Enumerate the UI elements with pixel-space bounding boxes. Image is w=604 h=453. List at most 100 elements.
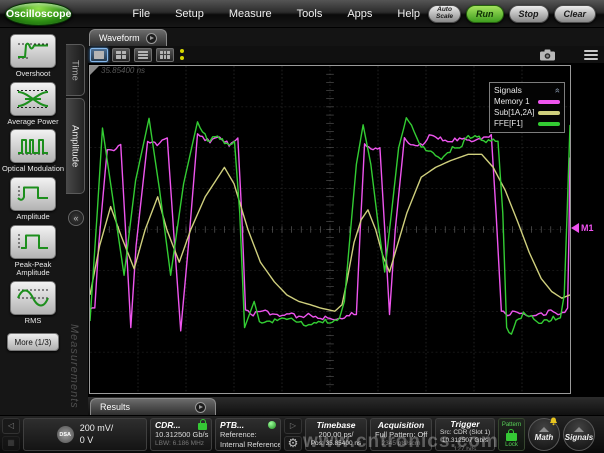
math-button[interactable]: Math <box>528 418 560 451</box>
menu-file[interactable]: File <box>130 7 152 21</box>
layout-grid-button[interactable] <box>156 48 174 62</box>
legend-entry-label: Sub[1A,2A] <box>494 108 534 119</box>
legend-entry[interactable]: Sub[1A,2A] <box>494 108 560 119</box>
tab-waveform[interactable]: Waveform <box>89 29 167 46</box>
tab-amplitude[interactable]: Amplitude <box>66 98 85 194</box>
timebase-position: Pos: 35.85400 ns <box>310 440 362 448</box>
main-area: Waveform <box>88 28 604 415</box>
title-bar: Oscilloscope File Setup Measure Tools Apps He… <box>0 0 604 28</box>
optical-modulation-icon: .gr{stroke:#1d8f1d;stroke-width:2;fill:n… <box>13 134 53 158</box>
status-bar: ◁ ▦ DSA 200 mV/ 0 V CDR... 10.312500 Gb/… <box>0 415 604 453</box>
results-tab-bar: Results <box>88 396 604 415</box>
play-icon[interactable] <box>146 33 157 44</box>
measurement-label: Average Power <box>7 118 58 127</box>
ptb-reference-value: Internal Reference <box>220 440 276 450</box>
average-power-button[interactable]: .gr{stroke:#1d8f1d;stroke-width:2;fill:n… <box>10 82 56 116</box>
signals-button[interactable]: Signals <box>563 418 595 451</box>
pattern-lock-icon <box>506 433 517 441</box>
stop-button[interactable]: Stop <box>509 5 549 23</box>
legend-rows: Memory 1Sub[1A,2A]FFE[F1] <box>494 97 560 129</box>
app-logo: Oscilloscope <box>5 2 72 26</box>
measurement-label: Amplitude <box>16 213 49 222</box>
trigger-bits: 127 bits <box>440 446 490 451</box>
auto-scale-button[interactable]: Auto Scale <box>428 5 461 23</box>
oscilloscope-app-window: Oscilloscope File Setup Measure Tools Apps He… <box>0 0 604 453</box>
pattern-lock-button[interactable]: Pattern Lock <box>498 418 525 451</box>
peak-peak-amplitude-button[interactable]: .gr{stroke:#1d8f1d;stroke-width:2;fill:n… <box>10 225 56 259</box>
channel-panel[interactable]: DSA 200 mV/ 0 V <box>23 418 147 451</box>
average-power-icon: .gr{stroke:#1d8f1d;stroke-width:2;fill:n… <box>13 87 53 111</box>
measurements-sidebar: .gr{stroke:#1d8f1d;stroke-width:2;fill:n… <box>0 28 88 415</box>
channel-scale: 200 mV/ <box>80 423 114 434</box>
optical-modulation-button[interactable]: .gr{stroke:#1d8f1d;stroke-width:2;fill:n… <box>10 129 56 163</box>
acquisition-panel[interactable]: Acquisition Full Pattern: Off 2345 pts/s… <box>370 418 432 451</box>
front-panel-icon[interactable]: ▦ <box>2 436 20 452</box>
waveform-display[interactable]: 35.85400 ns Signals « Memory 1Sub[1A,2A]… <box>89 65 571 394</box>
menu-apps[interactable]: Apps <box>345 7 374 21</box>
measurement-item: .gr{stroke:#1d8f1d;stroke-width:2;fill:n… <box>0 225 66 278</box>
layout-single-button[interactable] <box>90 48 108 62</box>
gear-icon[interactable]: ⚙ <box>284 436 302 452</box>
ptb-title: PTB... <box>220 420 244 430</box>
marker-m1[interactable]: M1 <box>571 223 594 233</box>
rms-button[interactable]: .gr{stroke:#1d8f1d;stroke-width:2;fill:n… <box>10 281 56 315</box>
pattern-lock-bottom-label: Lock <box>505 442 518 448</box>
legend-entry-label: FFE[F1] <box>494 119 523 130</box>
display-toolbar <box>88 46 604 63</box>
marker-gutter: M1 <box>571 63 604 396</box>
dsa-badge: DSA <box>57 426 74 443</box>
collapse-sidebar-button[interactable]: « <box>68 210 84 226</box>
clear-button[interactable]: Clear <box>554 5 597 23</box>
tab-time[interactable]: Time <box>66 44 85 96</box>
peak-peak-amplitude-icon: .gr{stroke:#1d8f1d;stroke-width:2;fill:n… <box>13 230 53 254</box>
measurement-label: Overshoot <box>16 70 51 79</box>
waveform-tab-bar: Waveform <box>88 28 604 46</box>
acquisition-title: Acquisition <box>375 420 427 430</box>
trigger-source: Src: CDR (Slot 1) <box>440 429 490 437</box>
channel-offset: 0 V <box>80 435 114 446</box>
cdr-panel[interactable]: CDR... 10.312500 Gb/s LBW: 6.186 MHz <box>150 418 212 451</box>
layout-quad-button[interactable] <box>112 48 130 62</box>
trigger-panel[interactable]: Trigger Src: CDR (Slot 1) 10.312507 Gb/s… <box>435 418 495 451</box>
ptb-panel[interactable]: PTB... Reference: Internal Reference <box>215 418 281 451</box>
alert-bell-icon <box>549 417 558 426</box>
marker-triangle-icon <box>571 223 579 233</box>
collapse-icon: « <box>73 214 78 223</box>
cdr-lbw: LBW: 6.186 MHz <box>155 440 207 448</box>
overshoot-icon: .gr{stroke:#1d8f1d;stroke-width:2;fill:n… <box>13 39 53 63</box>
amplitude-icon: .gr{stroke:#1d8f1d;stroke-width:2;fill:n… <box>13 182 53 206</box>
signals-legend[interactable]: Signals « Memory 1Sub[1A,2A]FFE[F1] <box>489 82 565 133</box>
menu-measure[interactable]: Measure <box>227 7 274 21</box>
chevron-up-icon <box>539 427 549 432</box>
scroll-left-button[interactable]: ◁ <box>2 418 20 434</box>
menu-help[interactable]: Help <box>395 7 422 21</box>
overshoot-button[interactable]: .gr{stroke:#1d8f1d;stroke-width:2;fill:n… <box>10 34 56 68</box>
menu-tools[interactable]: Tools <box>295 7 325 21</box>
measurement-item: .gr{stroke:#1d8f1d;stroke-width:2;fill:n… <box>0 177 66 222</box>
legend-color-swatch <box>538 100 560 104</box>
more-measurements-button[interactable]: More (1/3) <box>7 333 59 351</box>
menu-setup[interactable]: Setup <box>173 7 206 21</box>
legend-color-swatch <box>538 122 560 126</box>
camera-icon[interactable] <box>539 49 556 61</box>
amplitude-button[interactable]: .gr{stroke:#1d8f1d;stroke-width:2;fill:n… <box>10 177 56 211</box>
legend-entry[interactable]: FFE[F1] <box>494 119 560 130</box>
ptb-reference-label: Reference: <box>220 430 276 440</box>
play-icon[interactable] <box>195 402 206 413</box>
timebase-panel[interactable]: Timebase 200.00 ps/ Pos: 35.85400 ns <box>305 418 367 451</box>
measurement-item: .gr{stroke:#1d8f1d;stroke-width:2;fill:n… <box>0 82 66 127</box>
legend-title: Signals <box>494 85 522 95</box>
scroll-right-button[interactable]: ▷ <box>284 418 302 434</box>
layout-rows-button[interactable] <box>134 48 152 62</box>
cdr-title: CDR... <box>155 420 181 430</box>
status-led-icon <box>268 421 276 429</box>
measurement-item: .gr{stroke:#1d8f1d;stroke-width:2;fill:n… <box>0 129 66 174</box>
toolbar-handle-icon[interactable] <box>180 49 184 60</box>
run-button[interactable]: Run <box>466 5 504 23</box>
legend-entry[interactable]: Memory 1 <box>494 97 560 108</box>
rms-icon: .gr{stroke:#1d8f1d;stroke-width:2;fill:n… <box>13 286 53 310</box>
menu-icon[interactable] <box>584 50 598 60</box>
tab-results[interactable]: Results <box>90 398 216 415</box>
legend-collapse-icon[interactable]: « <box>553 87 562 92</box>
trigger-rate: 10.312507 Gb/s <box>440 437 490 445</box>
